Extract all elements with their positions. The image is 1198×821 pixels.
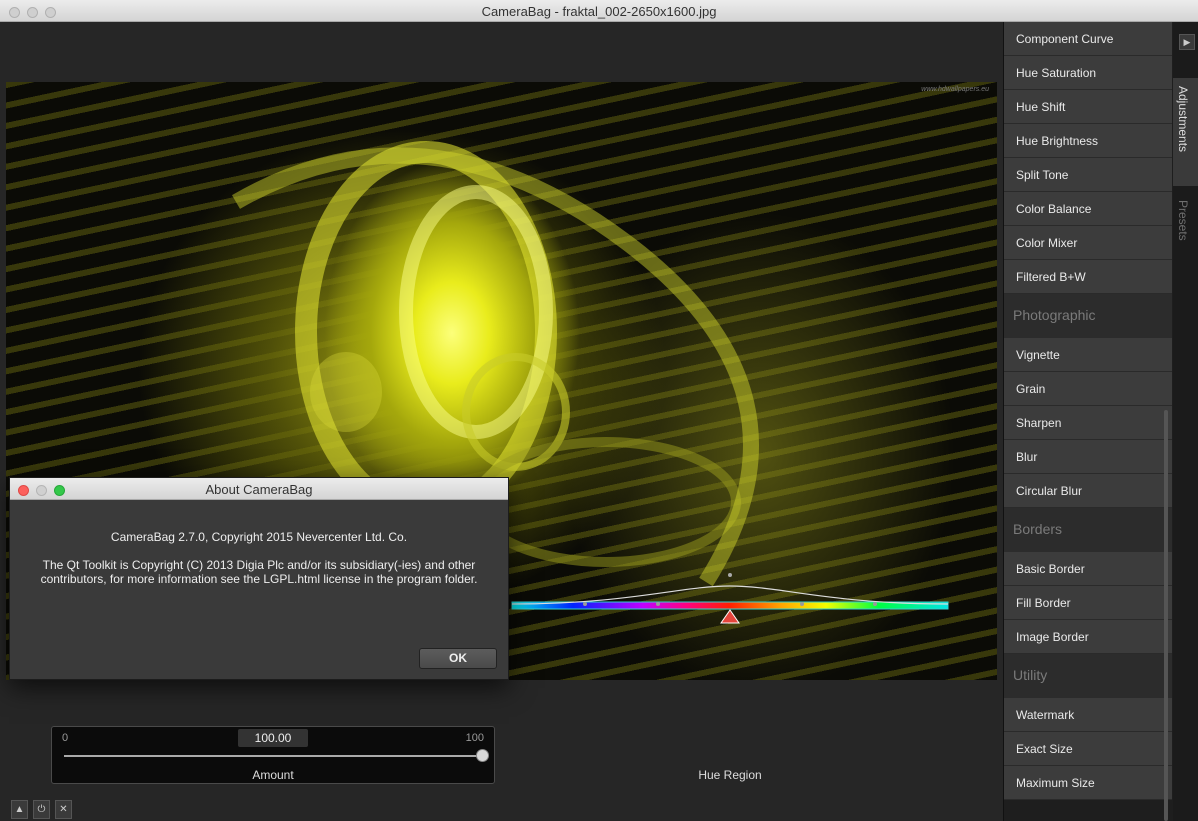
triangle-up-icon: ▲ [14, 804, 25, 815]
adjustment-item-component-curve[interactable]: Component Curve [1004, 22, 1172, 56]
hue-curve-point [728, 573, 732, 577]
adjustment-item-circular-blur[interactable]: Circular Blur [1004, 474, 1172, 508]
adjustment-item-hue-brightness[interactable]: Hue Brightness [1004, 124, 1172, 158]
hue-curve-point [583, 602, 587, 606]
about-dialog-titlebar: About CameraBag [10, 478, 508, 500]
adjustment-item-filtered-b-w[interactable]: Filtered B+W [1004, 260, 1172, 294]
hue-marker [720, 609, 740, 624]
about-dialog-body: CameraBag 2.7.0, Copyright 2015 Nevercen… [10, 500, 508, 586]
section-header-utility: Utility [1004, 654, 1172, 698]
adjustment-item-basic-border[interactable]: Basic Border [1004, 552, 1172, 586]
remove-adjustment-button[interactable]: ✕ [55, 800, 72, 819]
adjustment-item-blur[interactable]: Blur [1004, 440, 1172, 474]
collapse-up-button[interactable]: ▲ [11, 800, 28, 819]
hue-curve-point [656, 602, 660, 606]
adjustments-list[interactable]: Component Curve Hue Saturation Hue Shift Hu… [1004, 22, 1172, 800]
toggle-adjustment-button[interactable]: ⏻ [33, 800, 50, 819]
hue-region-curve[interactable] [510, 570, 950, 624]
about-license-text: The Qt Toolkit is Copyright (C) 2013 Dig… [40, 558, 478, 586]
amount-slider-handle[interactable] [476, 749, 489, 762]
hue-region-label: Hue Region [698, 768, 762, 782]
adjustment-item-fill-border[interactable]: Fill Border [1004, 586, 1172, 620]
tab-presets-label: Presets [1176, 200, 1190, 241]
hue-spectrum-bar [511, 601, 949, 610]
adjustment-item-hue-shift[interactable]: Hue Shift [1004, 90, 1172, 124]
power-icon: ⏻ [37, 804, 46, 815]
adjustment-item-vignette[interactable]: Vignette [1004, 338, 1172, 372]
hue-curve-line [511, 585, 949, 605]
section-header-borders: Borders [1004, 508, 1172, 552]
adjustment-item-split-tone[interactable]: Split Tone [1004, 158, 1172, 192]
adjustment-item-sharpen[interactable]: Sharpen [1004, 406, 1172, 440]
amount-label: Amount [252, 768, 294, 782]
tab-adjustments[interactable]: Adjustments [1173, 78, 1198, 186]
about-dialog-title: About CameraBag [205, 482, 313, 497]
adjustment-item-hue-saturation[interactable]: Hue Saturation [1004, 56, 1172, 90]
adjustment-item-maximum-size[interactable]: Maximum Size [1004, 766, 1172, 800]
adjustment-item-image-border[interactable]: Image Border [1004, 620, 1172, 654]
section-header-photographic: Photographic [1004, 294, 1172, 338]
adjustment-item-watermark[interactable]: Watermark [1004, 698, 1172, 732]
adjustment-item-color-balance[interactable]: Color Balance [1004, 192, 1172, 226]
amount-max-label: 100 [465, 732, 484, 744]
adjustment-item-exact-size[interactable]: Exact Size [1004, 732, 1172, 766]
adjustment-item-color-mixer[interactable]: Color Mixer [1004, 226, 1172, 260]
art-ring-5 [471, 437, 741, 567]
ok-button[interactable]: OK [419, 648, 497, 669]
adjustment-item-grain[interactable]: Grain [1004, 372, 1172, 406]
sidebar-tabs: ▶ Adjustments Presets [1173, 22, 1198, 821]
amount-slider-track[interactable] [64, 749, 489, 762]
collapse-sidebar-button[interactable]: ▶ [1179, 34, 1195, 50]
amount-slider-fill [64, 755, 482, 757]
main-area: www.hdwallpapers.eu 0 100 100.00 Amount … [0, 22, 1003, 821]
window-titlebar: CameraBag - fraktal_002-2650x1600.jpg [0, 0, 1198, 22]
adjustments-sidebar: Component Curve Hue Saturation Hue Shift Hu… [1003, 22, 1198, 821]
art-ring-4 [310, 352, 382, 432]
image-watermark: www.hdwallpapers.eu [921, 86, 989, 93]
about-version-text: CameraBag 2.7.0, Copyright 2015 Nevercen… [110, 530, 408, 544]
tab-adjustments-label: Adjustments [1176, 86, 1190, 153]
triangle-right-icon: ▶ [1183, 37, 1191, 47]
hue-curve-point [873, 602, 877, 606]
adjustments-scrollbar[interactable] [1164, 410, 1168, 821]
close-icon: ✕ [59, 804, 68, 815]
tab-presets[interactable]: Presets [1173, 192, 1198, 272]
hue-curve-point [800, 602, 804, 606]
about-dialog: About CameraBag CameraBag 2.7.0, Copyrig… [9, 477, 509, 680]
amount-value-field[interactable]: 100.00 [238, 729, 308, 747]
amount-min-label: 0 [62, 732, 69, 744]
art-ring-2 [399, 185, 553, 439]
window-title: CameraBag - fraktal_002-2650x1600.jpg [481, 4, 717, 19]
